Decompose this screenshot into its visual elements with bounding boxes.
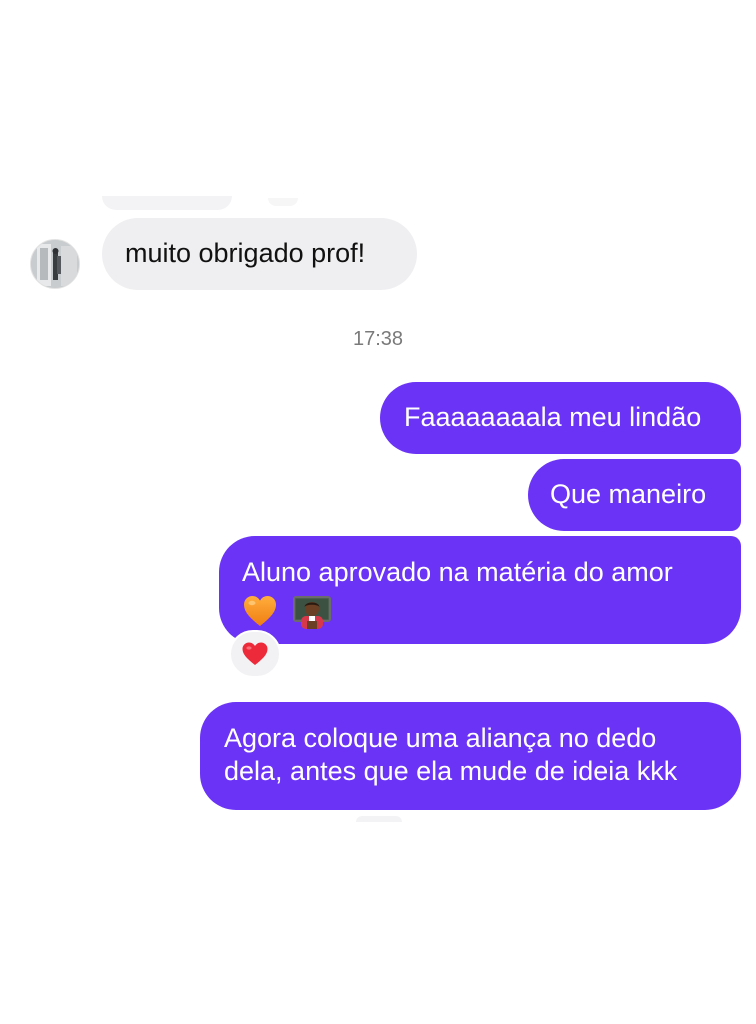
outgoing-message-bubble[interactable]: Aluno aprovado na matéria do amor: [219, 536, 741, 644]
sender-avatar[interactable]: [30, 239, 80, 289]
message-text-line-1: Agora coloque uma aliança no dedo: [224, 723, 657, 753]
orange-heart-icon: [244, 596, 276, 626]
message-text: Faaaaaaaala meu lindão: [404, 402, 702, 432]
incoming-message-bubble[interactable]: muito obrigado prof!: [102, 218, 417, 290]
message-text: muito obrigado prof!: [125, 238, 366, 268]
chat-thread: muito obrigado prof! 17:38 Faaaaaaaala m…: [0, 0, 756, 1024]
outgoing-message-bubble[interactable]: Faaaaaaaala meu lindão: [380, 382, 741, 454]
outgoing-message-bubble[interactable]: Que maneiro: [528, 459, 741, 531]
previous-message-edge-small: [268, 198, 298, 206]
outgoing-message-bubble[interactable]: Agora coloque uma aliança no dedo dela, …: [200, 702, 741, 810]
message-emojis: [242, 593, 741, 629]
next-message-edge: [356, 816, 402, 822]
message-reaction[interactable]: [229, 630, 281, 678]
previous-message-edge: [102, 196, 232, 210]
message-timestamp: 17:38: [352, 328, 404, 350]
teacher-emoji-icon: [293, 596, 331, 629]
message-text: Aluno aprovado na matéria do amor: [242, 557, 673, 587]
message-text: Que maneiro: [550, 479, 707, 509]
avatar-photo-icon: [31, 240, 79, 288]
message-text-line-2: dela, antes que ela mude de ideia kkk: [224, 756, 678, 786]
red-heart-icon: [242, 642, 268, 665]
